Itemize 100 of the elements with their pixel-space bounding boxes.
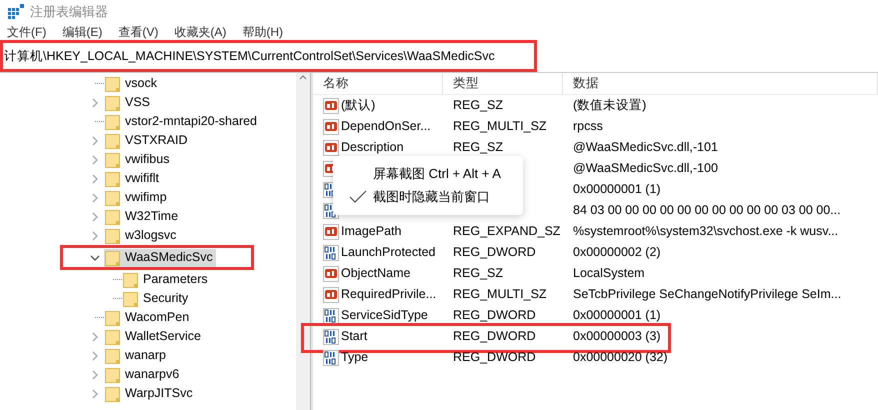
value-data: rpcss [573, 118, 603, 136]
column-header[interactable]: 数据 [563, 73, 878, 94]
collapsed-chevron-icon[interactable] [92, 370, 98, 380]
folder-icon [105, 208, 120, 224]
value-type: REG_SZ [453, 265, 504, 282]
value-data: 0x00000003 (3) [573, 328, 661, 346]
collapsed-chevron-icon[interactable] [92, 174, 98, 184]
folder-icon [105, 170, 120, 186]
value-type: REG_DWORD [453, 328, 536, 346]
collapsed-chevron-icon[interactable] [92, 136, 98, 146]
folder-icon [105, 76, 120, 92]
folder-icon [123, 290, 138, 306]
collapsed-chevron-icon[interactable] [92, 388, 98, 398]
value-name[interactable]: LaunchProtected [341, 243, 436, 262]
folder-icon [105, 328, 120, 344]
folder-icon [105, 114, 120, 130]
folder-icon [105, 386, 120, 402]
menu-item[interactable]: 截图时隐藏当前窗口 [373, 187, 490, 207]
tree-item[interactable]: wanarp [104, 346, 169, 364]
collapsed-chevron-icon[interactable] [92, 192, 98, 202]
value-data: 0x00000020 (32) [573, 349, 668, 366]
scrollbar[interactable] [296, 73, 310, 410]
tree-item[interactable]: Security [122, 290, 192, 308]
binary-value-icon [323, 350, 339, 366]
value-data: %systemroot%\system32\svchost.exe -k wusv... [573, 223, 838, 240]
tree-item[interactable]: WalletService [104, 328, 204, 346]
value-data: SeTcbPrivilege SeChangeNotifyPrivilege SeIm... [573, 286, 842, 304]
string-value-icon [323, 224, 339, 240]
tree-item[interactable]: VSS [104, 94, 154, 112]
collapsed-chevron-icon[interactable] [92, 212, 98, 222]
folder-icon [105, 190, 120, 206]
value-data: 0x00000002 (2) [573, 244, 661, 262]
binary-value-icon [323, 308, 339, 324]
folder-icon [105, 250, 120, 266]
tree-item[interactable]: WaaSMedicSvc [104, 248, 216, 266]
value-data: @WaaSMedicSvc.dll,-101 [573, 139, 718, 156]
binary-value-icon [323, 244, 339, 260]
value-name[interactable]: ObjectName [341, 264, 410, 283]
value-data: 0x00000001 (1) [573, 307, 661, 324]
tree-item[interactable]: WacomPen [104, 308, 192, 326]
value-name[interactable]: ImagePath [341, 222, 402, 241]
folder-icon [105, 310, 120, 326]
window-title: 注册表编辑器 [30, 3, 108, 22]
collapsed-chevron-icon[interactable] [92, 350, 98, 360]
menu-item[interactable]: 帮助(H) [237, 23, 288, 41]
tree-item[interactable]: w3logsvc [104, 226, 180, 244]
tree-item[interactable]: vsock [104, 74, 160, 92]
value-type: REG_DWORD [453, 307, 536, 324]
folder-icon [105, 366, 120, 382]
collapsed-chevron-icon[interactable] [92, 98, 98, 108]
menu-item[interactable]: 编辑(E) [57, 23, 108, 41]
column-header[interactable]: 名称 [313, 73, 443, 94]
value-name[interactable]: DependOnSer... [341, 117, 431, 136]
value-type: REG_DWORD [453, 349, 536, 366]
tree-item[interactable]: vwififlt [104, 170, 162, 188]
value-type: REG_MULTI_SZ [453, 286, 547, 304]
value-type: REG_DWORD [453, 244, 536, 262]
tree-item[interactable]: W32Time [104, 208, 182, 226]
tree-item[interactable]: Parameters [122, 270, 211, 288]
menu-item[interactable]: 查看(V) [113, 23, 164, 41]
collapsed-chevron-icon[interactable] [92, 230, 98, 240]
value-data: LocalSystem [573, 265, 645, 282]
column-header[interactable]: 类型 [443, 73, 563, 94]
folder-icon [105, 348, 120, 364]
value-data: (数值未设置) [573, 97, 646, 114]
menu-item[interactable]: 屏幕截图 Ctrl + Alt + A [373, 164, 501, 184]
value-name[interactable]: (默认) [341, 96, 376, 115]
expanded-chevron-icon[interactable] [90, 254, 100, 260]
checkmark-icon [349, 190, 367, 204]
string-value-icon [323, 98, 339, 114]
string-value-icon [323, 118, 339, 134]
tree-item[interactable]: vstor2-mntapi20-shared [104, 112, 260, 130]
menu-item[interactable]: 文件(F) [2, 23, 52, 41]
tree-item[interactable]: vwifimp [104, 188, 170, 206]
folder-icon [105, 228, 120, 244]
value-data: 0x00000001 (1) [573, 181, 661, 198]
value-name[interactable]: Start [341, 327, 368, 346]
tree-item[interactable]: VSTXRAID [104, 132, 191, 150]
scroll-up-icon[interactable] [299, 75, 307, 80]
folder-icon [105, 132, 120, 148]
value-name[interactable]: Type [341, 348, 368, 367]
tree-item[interactable]: WarpJITSvc [104, 384, 196, 402]
folder-icon [105, 94, 120, 110]
value-type: REG_SZ [453, 97, 504, 114]
value-name[interactable]: RequiredPrivile... [341, 285, 436, 304]
tree-item[interactable]: vwifibus [104, 150, 172, 168]
string-value-icon [323, 286, 339, 302]
value-type: REG_EXPAND_SZ [453, 223, 560, 240]
folder-icon [105, 152, 120, 168]
tree-item[interactable]: wanarpv6 [104, 366, 182, 384]
collapsed-chevron-icon[interactable] [92, 332, 98, 342]
binary-value-icon [323, 328, 339, 344]
folder-icon [123, 272, 138, 288]
value-name[interactable]: ServiceSidType [341, 306, 428, 325]
value-data: 84 03 00 00 00 00 00 00 00 00 00 00 03 00 00... [573, 202, 841, 220]
value-name[interactable]: Description [341, 138, 404, 157]
string-value-icon [323, 266, 339, 282]
menu-item[interactable]: 收藏夹(A) [169, 23, 232, 41]
value-type: REG_MULTI_SZ [453, 118, 547, 136]
collapsed-chevron-icon[interactable] [92, 154, 98, 164]
